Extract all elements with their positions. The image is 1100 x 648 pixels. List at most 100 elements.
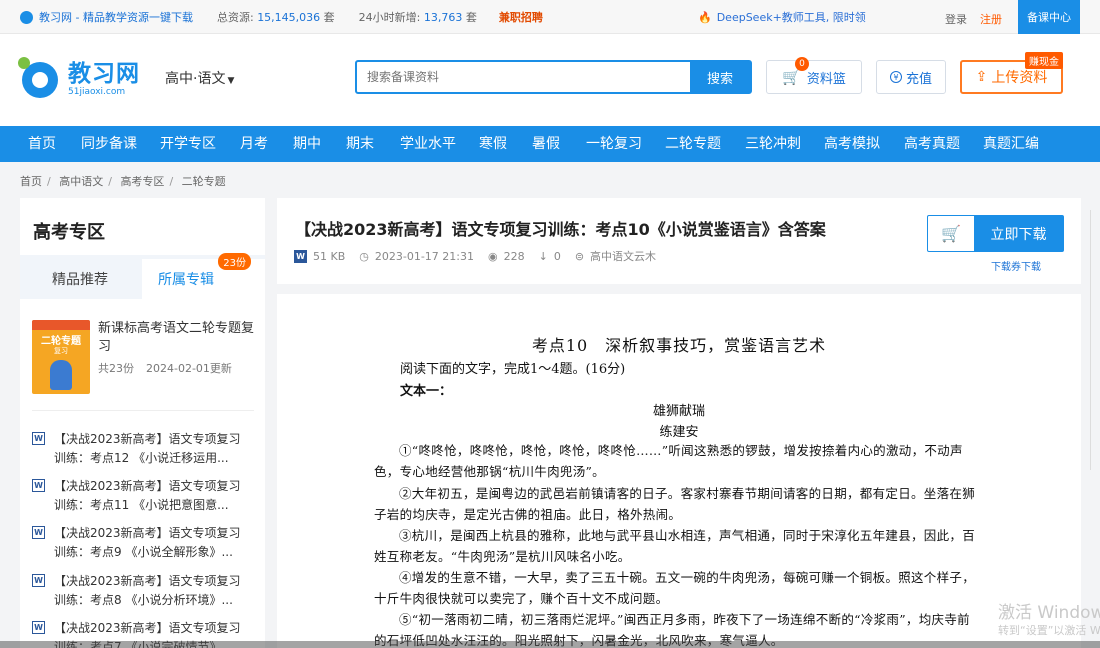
cart-button[interactable]: 🛒 0 资料篮 [766,57,862,94]
ticket-download-link[interactable]: 下载券下载 [991,258,1041,273]
upload-icon: ⇪ [975,69,988,85]
word-doc-icon: W [32,479,45,492]
earn-cash-tag: 赚现金 [1025,52,1063,69]
related-doc-item[interactable]: W 【决战2023新高考】语文专项复习 训练：考点12 《小说迁移运用... [32,430,258,474]
nav-item-round2[interactable]: 二轮专题 [665,126,721,162]
clock-icon: ◷ [359,249,369,263]
nav-item-sync[interactable]: 同步备课 [81,126,137,162]
panel-tabs: 精品推荐 所属专辑 23份 [20,253,265,299]
top-bar: 教习网 - 精品教学资源一键下载 总资源: 15,145,036 套 24小时新… [0,0,1100,34]
site-name-link[interactable]: 教习网 - 精品教学资源一键下载 [39,9,193,25]
caret-down-icon: ▼ [227,76,235,86]
special-count-badge: 23份 [218,253,251,270]
album-date: 2024-02-01更新 [146,362,232,375]
nav-item-real-exam[interactable]: 高考真题 [904,126,960,162]
recharge-button[interactable]: ¥ 充值 [876,60,946,94]
subject-selector[interactable]: 高中·语文 ▼ [165,68,234,88]
recharge-label: 充值 [905,71,932,87]
nav-item-school-start[interactable]: 开学专区 [160,126,216,162]
story-paragraph: ④增发的生意不错，一大早，卖了三五十碗。五文一碗的牛肉兜汤，每碗可赚一个铜板。照… [374,570,976,606]
word-doc-icon: W [32,432,45,445]
download-arrow-icon: ↓ [538,249,548,263]
windows-activation-watermark: 激活 Windows [998,603,1100,623]
panel-title: 高考专区 [33,222,105,243]
breadcrumb-subject[interactable]: 高中语文 [59,175,103,188]
nav-item-round3[interactable]: 三轮冲刺 [745,126,801,162]
paper-text-label: 文本一： [400,384,453,399]
download-count: 0 [553,249,561,263]
total-resources: 总资源: 15,145,036 套 [216,11,335,24]
related-doc-title: 【决战2023新高考】语文专项复习 [54,432,241,446]
nav-item-compilation[interactable]: 真题汇编 [983,126,1039,162]
related-doc-subtitle: 训练：考点11 《小说把意图意... [54,498,229,512]
brand-logo[interactable]: 教习网 51jiaoxi.com [18,57,140,101]
nav-item-proficiency[interactable]: 学业水平 [400,126,456,162]
nav-item-winter[interactable]: 寒假 [479,126,507,162]
download-button-group: 🛒 立即下载 [927,215,1064,252]
word-doc-icon: W [32,574,45,587]
related-doc-title: 【决战2023新高考】语文专项复习 [54,574,241,588]
login-link[interactable]: 登录 [945,11,967,27]
document-header: 【决战2023新高考】语文专项复习训练：考点10《小说赏鉴语言》含答案 W 51… [277,198,1081,284]
word-file-icon: W [294,249,307,263]
nav-item-midterm[interactable]: 期中 [293,126,321,162]
divider [32,410,254,411]
breadcrumb-home[interactable]: 首页 [20,175,42,188]
upload-datetime: 2023-01-17 21:31 [374,249,474,263]
cart-icon: 🛒 [782,68,801,86]
file-size: 51 KB [313,249,346,263]
breadcrumb-zone[interactable]: 高考专区 [120,175,164,188]
author-name[interactable]: 高中语文云木 [590,248,656,264]
hire-link[interactable]: 兼职招聘 [499,9,543,25]
related-doc-subtitle: 训练：考点8 《小说分析环境》... [54,593,233,607]
story-title: 雄狮献瑞 [652,404,705,419]
search-box: 搜索 [355,60,752,94]
download-now-button[interactable]: 立即下载 [974,216,1063,251]
register-link[interactable]: 注册 [980,11,1002,27]
tab-special-label: 所属专辑 [158,272,214,288]
paper-instruction: 阅读下面的文字，完成1～4题。(16分) [400,362,626,377]
breadcrumb-current[interactable]: 二轮专题 [182,175,226,188]
user-icon: ⊜ [574,249,585,263]
search-button[interactable]: 搜索 [690,62,750,92]
main-nav: 首页 同步备课 开学专区 月考 期中 期末 学业水平 寒假 暑假 一轮复习 二轮… [0,126,1100,162]
tab-featured[interactable]: 精品推荐 [52,269,108,289]
related-doc-item[interactable]: W 【决战2023新高考】语文专项复习 训练：考点11 《小说把意图意... [32,477,258,521]
eye-icon: ◉ [488,249,498,263]
breadcrumb: 首页 / 高中语文 / 高考专区 / 二轮专题 [20,175,226,188]
story-author: 练建安 [659,425,699,440]
view-count: 228 [503,249,525,263]
upload-button[interactable]: ⇪ 上传资料 赚现金 [960,52,1063,94]
album-cover-subtitle: 复习 [54,347,68,355]
brand-logo-icon [18,57,62,101]
word-doc-icon: W [32,621,45,634]
brand-name: 教习网 [68,60,140,87]
nav-item-summer[interactable]: 暑假 [532,126,560,162]
nav-item-round1[interactable]: 一轮复习 [586,126,642,162]
nav-item-mock[interactable]: 高考模拟 [824,126,880,162]
deepseek-promo-text: DeepSeek+教师工具, 限时领 [716,11,866,24]
nav-item-final[interactable]: 期末 [346,126,374,162]
story-paragraph: ①“咚咚怆，咚咚怆，咚怆，咚怆，咚咚怆……”听闻这熟悉的锣鼓，增发按捺着内心的激… [374,443,963,479]
related-doc-title: 【决战2023新高考】语文专项复习 [54,479,241,493]
site-logo-small-icon [20,10,33,24]
related-doc-title: 【决战2023新高考】语文专项复习 [54,526,241,540]
related-doc-item[interactable]: W 【决战2023新高考】语文专项复习 训练：考点9 《小说全解形象》... [32,524,258,568]
nav-item-monthly[interactable]: 月考 [240,126,268,162]
nav-item-home[interactable]: 首页 [28,126,56,162]
search-input[interactable] [357,62,691,92]
add-to-cart-icon[interactable]: 🛒 [928,216,974,251]
tab-special[interactable]: 所属专辑 23份 [142,253,265,299]
document-meta: W 51 KB ◷ 2023-01-17 21:31 ◉ 228 ↓ 0 ⊜ 高… [294,248,656,264]
exam-zone-panel: 高考专区 精品推荐 所属专辑 23份 二轮专题 复习 新课标高考语文二轮专题复习… [20,198,265,648]
prep-center-button[interactable]: 备课中心 [1018,0,1080,34]
os-taskbar [0,641,1100,648]
album-title[interactable]: 新课标高考语文二轮专题复习 [98,320,258,356]
related-doc-subtitle: 训练：考点9 《小说全解形象》... [54,545,233,559]
document-title: 【决战2023新高考】语文专项复习训练：考点10《小说赏鉴语言》含答案 [295,220,826,239]
brand-domain: 51jiaoxi.com [68,86,126,97]
related-doc-item[interactable]: W 【决战2023新高考】语文专项复习 训练：考点8 《小说分析环境》... [32,572,258,616]
new-resources: 24小时新增: 13,763 套 [358,11,477,24]
deepseek-promo-link[interactable]: 🔥 DeepSeek+教师工具, 限时领 [698,0,866,34]
album-cover-image[interactable]: 二轮专题 复习 [32,320,90,394]
